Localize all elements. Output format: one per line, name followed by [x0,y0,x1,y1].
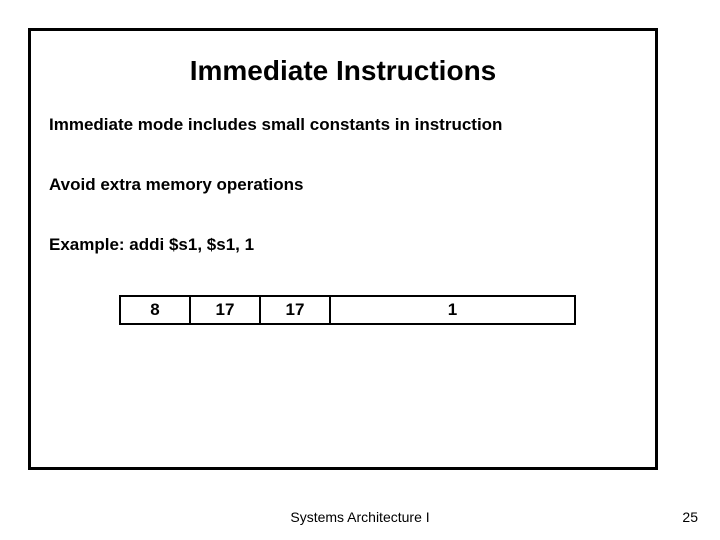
rt-cell: 17 [260,296,330,324]
example-line: Example: addi $s1, $s1, 1 [49,235,637,255]
opcode-cell: 8 [120,296,190,324]
slide-title: Immediate Instructions [49,55,637,87]
instruction-encoding-table: 8 17 17 1 [119,295,576,325]
immediate-cell: 1 [330,296,575,324]
table-row: 8 17 17 1 [120,296,575,324]
page-number: 25 [682,509,698,525]
body-line-1: Immediate mode includes small constants … [49,115,637,135]
footer-course-title: Systems Architecture I [0,509,720,525]
rs-cell: 17 [190,296,260,324]
slide-frame: Immediate Instructions Immediate mode in… [28,28,658,470]
body-line-2: Avoid extra memory operations [49,175,637,195]
